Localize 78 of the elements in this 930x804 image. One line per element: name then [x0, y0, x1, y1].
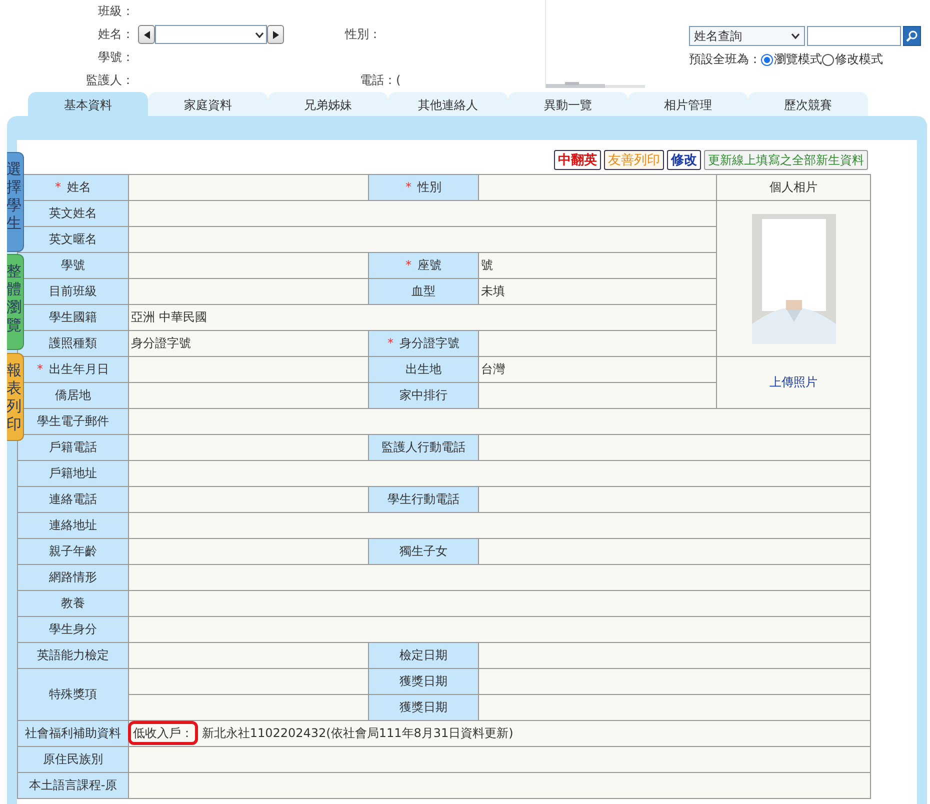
- tab[interactable]: 相片管理: [628, 92, 748, 116]
- default-mode-label: 預設全班為：: [689, 51, 761, 68]
- field-label: 護照種類: [49, 336, 97, 350]
- tab[interactable]: 家庭資料: [148, 92, 268, 116]
- field-label: 學生國籍: [49, 310, 97, 324]
- field-label: 座號: [418, 258, 442, 272]
- field-label: 連絡電話: [49, 492, 97, 506]
- tab[interactable]: 其他連絡人: [388, 92, 508, 116]
- photo-header: 個人相片: [716, 174, 870, 200]
- field-label: 社會福利補助資料: [25, 726, 121, 740]
- action-button[interactable]: 中翻英: [554, 150, 601, 170]
- field-label: 目前班級: [49, 284, 97, 298]
- name-label: 姓名：: [97, 26, 135, 43]
- field-label: 戶籍電話: [49, 440, 97, 454]
- field-label: 親子年齡: [49, 544, 97, 558]
- field-label: 出生地: [406, 362, 442, 376]
- value-cell: 號: [478, 252, 716, 278]
- gender-label: 性別：: [345, 26, 382, 43]
- side-tab[interactable]: 整體瀏覽: [7, 254, 24, 350]
- mode-radio[interactable]: 修改模式: [822, 51, 883, 68]
- required-mark: *: [406, 180, 412, 194]
- field-label: 學生電子郵件: [37, 414, 109, 428]
- required-mark: *: [37, 362, 43, 376]
- next-button[interactable]: [267, 25, 284, 44]
- field-label: 英文姓名: [49, 206, 97, 220]
- field-label: 姓名: [67, 180, 91, 194]
- field-label: 戶籍地址: [49, 466, 97, 480]
- student-id-label: 學號：: [97, 49, 135, 66]
- value-cell: 亞洲 中華民國: [128, 304, 716, 330]
- required-mark: *: [388, 336, 394, 350]
- field-label: 僑居地: [55, 388, 91, 402]
- tab[interactable]: 基本資料: [28, 92, 148, 116]
- value-cell: 未填: [478, 278, 716, 304]
- chevron-down-icon: [791, 33, 800, 39]
- mode-radio[interactable]: 瀏覽模式: [761, 51, 822, 68]
- field-label: 身分證字號: [400, 336, 460, 350]
- action-button[interactable]: 更新線上填寫之全部新生資料: [704, 150, 868, 170]
- field-label: 網路情形: [49, 570, 97, 584]
- previous-button[interactable]: [138, 25, 155, 44]
- class-label: 班級：: [97, 3, 135, 20]
- field-label: 性別: [418, 180, 442, 194]
- field-label: 獲獎日期: [400, 674, 448, 688]
- right-triangle-icon: [272, 30, 278, 38]
- tab[interactable]: 異動一覽: [508, 92, 628, 116]
- upload-photo-link[interactable]: 上傳照片: [770, 375, 818, 389]
- field-label: 監護人行動電話: [382, 440, 466, 454]
- field-label: 學生身分: [49, 622, 97, 636]
- field-label: 檢定日期: [400, 648, 448, 662]
- field-label: 學號: [61, 258, 85, 272]
- value-cell: 低收入戶： 新北永社1102202432(依社會局111年8月31日資料更新): [128, 720, 870, 746]
- field-label: 教養: [61, 596, 85, 610]
- field-label: 英文暱名: [49, 232, 97, 246]
- guardian-label: 監護人：: [85, 72, 135, 89]
- field-label: 血型: [412, 284, 436, 298]
- search-icon: [906, 30, 918, 42]
- required-mark: *: [55, 180, 61, 194]
- value-cell: 身分證字號: [128, 330, 368, 356]
- field-label: 家中排行: [400, 388, 448, 402]
- field-label: 學生行動電話: [388, 492, 460, 506]
- search-type-select[interactable]: 姓名查詢: [689, 26, 805, 46]
- search-button[interactable]: [903, 26, 921, 46]
- tab[interactable]: 歷次競賽: [748, 92, 868, 116]
- required-mark: *: [406, 258, 412, 272]
- chevron-down-icon: [255, 32, 264, 38]
- field-label: 本土語言課程-原: [28, 778, 118, 792]
- field-label: 獨生子女: [400, 544, 448, 558]
- field-label: 獲獎日期: [400, 700, 448, 714]
- field-label: 英語能力檢定: [37, 648, 109, 662]
- field-label: 連絡地址: [49, 518, 97, 532]
- field-label: 出生年月日: [49, 362, 109, 376]
- left-triangle-icon: [144, 30, 150, 38]
- tab[interactable]: 兄弟姊妹: [268, 92, 388, 116]
- search-field[interactable]: [807, 26, 901, 46]
- field-label: 原住民族別: [43, 752, 103, 766]
- value-cell: 台灣: [478, 356, 716, 382]
- field-label: 特殊獎項: [49, 687, 97, 701]
- phone-label: 電話：(: [359, 72, 402, 89]
- action-button[interactable]: 修改: [667, 150, 701, 170]
